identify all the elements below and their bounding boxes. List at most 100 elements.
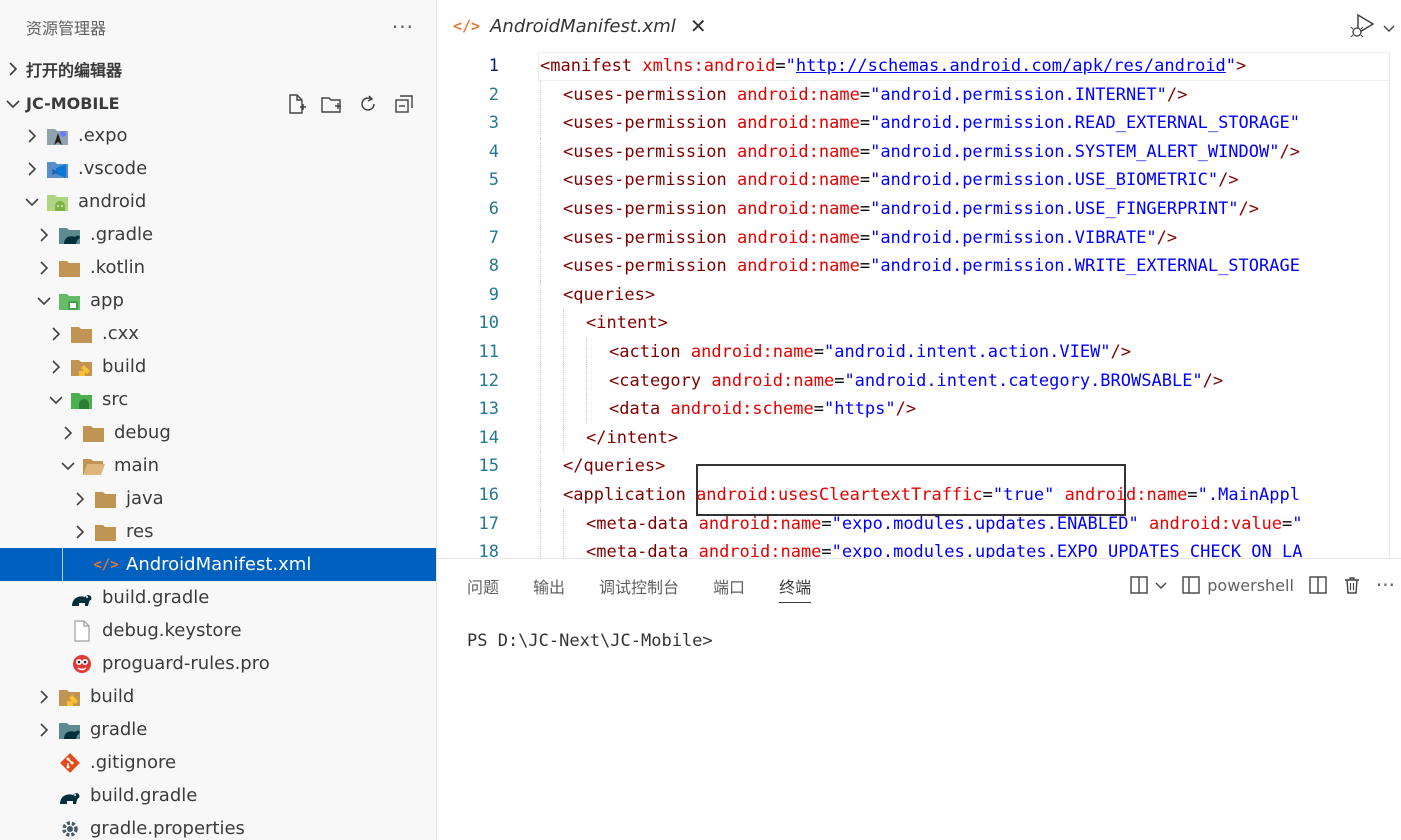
code-token: "true" xyxy=(992,485,1055,505)
tree-item[interactable]: android xyxy=(0,185,436,218)
chevron-right-icon xyxy=(0,62,26,76)
panel-tab[interactable]: 调试控制台 xyxy=(599,559,679,613)
code-token: <manifest xyxy=(540,56,643,76)
code-token: = xyxy=(859,170,871,191)
terminal-output[interactable]: PS D:\JC-Next\JC-Mobile> xyxy=(467,631,713,651)
code-token: "android.permission.USE_FINGERPRINT" xyxy=(870,199,1239,219)
trash-icon[interactable] xyxy=(1342,575,1362,595)
code-token: /> xyxy=(1156,227,1178,248)
tree-item-label: .expo xyxy=(78,125,128,146)
line-number: 7 xyxy=(488,227,499,248)
panel-more-button[interactable]: ··· xyxy=(1376,573,1395,597)
tree-item[interactable]: gradle xyxy=(0,713,436,746)
tree-item[interactable]: main xyxy=(0,449,436,482)
code-editor[interactable]: 1 <manifest xmlns:android="http://schemas… xyxy=(437,52,1401,558)
tree-item[interactable]: java xyxy=(0,482,436,515)
tree-item[interactable]: .kotlin xyxy=(0,251,436,284)
tree-item[interactable]: res xyxy=(0,515,436,548)
code-token[interactable]: http://schemas.android.com/apk/res/andro… xyxy=(796,56,1226,76)
collapse-all-icon[interactable] xyxy=(392,92,416,116)
line-number: 1 xyxy=(488,56,499,76)
indent-guide xyxy=(540,452,563,481)
code-token: "expo.modules.updates.EXPO_UPDATES_CHECK… xyxy=(831,542,1303,558)
code-line: </intent> xyxy=(540,423,678,453)
tree-item[interactable]: .vscode xyxy=(0,152,436,185)
tree-item[interactable]: proguard-rules.pro xyxy=(0,647,436,680)
new-folder-icon[interactable] xyxy=(320,92,344,116)
code-token: = xyxy=(1282,513,1293,534)
code-token: "android.permission.SYSTEM_ALERT_WINDOW" xyxy=(870,141,1280,162)
code-token: <uses-permission xyxy=(563,113,737,134)
tree-item[interactable]: debug.keystore xyxy=(0,614,436,647)
tree-item[interactable]: .gitignore xyxy=(0,746,436,779)
tree-item[interactable]: build.gradle xyxy=(0,779,436,812)
code-line: </queries> xyxy=(540,452,665,481)
tree-item-label: build xyxy=(102,356,147,377)
indent-guide xyxy=(540,166,563,195)
tree-item[interactable]: build xyxy=(0,680,436,713)
tree-item[interactable]: debug xyxy=(0,416,436,449)
code-line: <manifest xmlns:android="http://schemas.… xyxy=(540,52,1246,81)
editor-tabbar: </> AndroidManifest.xml ✕ xyxy=(437,0,1401,52)
tree-item[interactable]: </> AndroidManifest.xml xyxy=(0,548,436,581)
panel-tab[interactable]: 终端 xyxy=(779,559,812,613)
tree-item[interactable]: build xyxy=(0,350,436,383)
code-token: android:usesCleartextTraffic xyxy=(696,485,983,505)
gradle-folder-icon xyxy=(58,223,82,247)
code-token: android:name xyxy=(737,256,860,277)
bottom-panel: 问题 输出 调试控制台 端口 终端 powershell ··· PS D:\JC-Ne… xyxy=(437,558,1401,840)
tree-item[interactable]: app xyxy=(0,284,436,317)
explorer-more-button[interactable]: ··· xyxy=(392,15,414,39)
indent-guide xyxy=(563,538,586,558)
run-debug-icon[interactable] xyxy=(1349,12,1379,42)
vscode-folder-icon xyxy=(46,157,70,181)
indent-guide xyxy=(540,252,563,281)
code-token: "https" xyxy=(823,399,896,420)
chevron-down-icon xyxy=(48,383,64,416)
tree-item[interactable]: src xyxy=(0,383,436,416)
split-terminal-button[interactable] xyxy=(1129,575,1167,595)
workspace-label: JC-MOBILE xyxy=(26,94,120,113)
code-token: = xyxy=(813,399,824,420)
close-icon[interactable]: ✕ xyxy=(690,14,707,38)
line-number: 9 xyxy=(488,284,499,305)
tree-item[interactable]: .expo xyxy=(0,119,436,152)
tab-androidmanifest[interactable]: </> AndroidManifest.xml ✕ xyxy=(437,0,721,52)
code-line: <uses-permission android:name="android.p… xyxy=(540,223,1178,253)
folder-open-icon xyxy=(82,454,106,478)
workspace-section[interactable]: JC-MOBILE xyxy=(0,87,436,120)
open-editors-section[interactable]: 打开的编辑器 xyxy=(0,54,436,84)
tree-item[interactable]: build.gradle xyxy=(0,581,436,614)
line-number: 17 xyxy=(478,513,499,534)
code-line: <uses-permission android:name="android.p… xyxy=(540,195,1259,224)
line-number: 5 xyxy=(488,170,499,191)
terminal-instance[interactable]: powershell xyxy=(1181,575,1294,595)
file-icon xyxy=(70,619,94,643)
gradle-file-icon xyxy=(58,784,82,808)
tree-item[interactable]: .gradle xyxy=(0,218,436,251)
gradle-folder-icon xyxy=(58,718,82,742)
tree-item-label: res xyxy=(126,521,154,542)
panel-tab[interactable]: 端口 xyxy=(713,559,745,613)
split-icon[interactable] xyxy=(1308,575,1328,595)
explorer-header: 资源管理器 ··· xyxy=(0,0,436,54)
line-number: 11 xyxy=(478,342,499,362)
new-file-icon[interactable] xyxy=(284,92,308,116)
xml-file-icon: </> xyxy=(93,556,119,573)
chevron-right-icon xyxy=(72,482,88,515)
panel-tab[interactable]: 输出 xyxy=(533,559,565,613)
code-token: <application xyxy=(563,485,697,505)
tree-item[interactable]: .cxx xyxy=(0,317,436,350)
panel-tab[interactable]: 问题 xyxy=(467,559,499,613)
code-token: "android.intent.action.VIEW" xyxy=(823,342,1111,362)
code-token: /> xyxy=(895,399,917,420)
editor-scrollbar[interactable] xyxy=(1389,52,1401,558)
code-token: <category xyxy=(609,370,712,391)
chevron-down-icon[interactable] xyxy=(1383,18,1395,37)
folder-icon xyxy=(58,256,82,280)
refresh-icon[interactable] xyxy=(356,92,380,116)
tree-item-label: debug.keystore xyxy=(102,620,242,641)
code-line: <uses-permission android:name="android.p… xyxy=(540,166,1239,195)
tree-item[interactable]: gradle.properties xyxy=(0,812,436,840)
